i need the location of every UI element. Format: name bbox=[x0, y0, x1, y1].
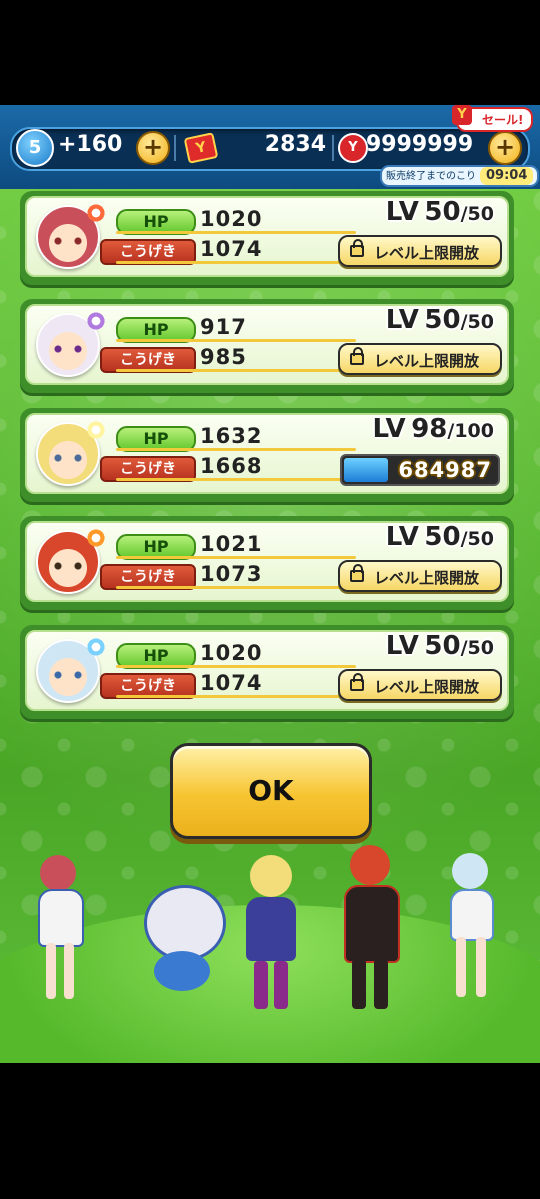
character-avatar-icon bbox=[36, 637, 106, 703]
character-card[interactable]: HP 1632 こうげき 1668 LV 98/100 684987 bbox=[20, 408, 514, 502]
sale-timer: 販売終了までのこり 09:04 bbox=[380, 165, 540, 187]
exp-bar: 684987 bbox=[340, 454, 500, 486]
lv-label: LV bbox=[372, 414, 406, 444]
lv-label: LV bbox=[385, 631, 419, 661]
max-level: /50 bbox=[460, 528, 494, 550]
level-cap-unlock-button[interactable]: レベル上限開放 bbox=[338, 343, 502, 375]
attack-value: 985 bbox=[200, 345, 247, 369]
attack-value: 1668 bbox=[200, 454, 263, 478]
lock-icon bbox=[350, 564, 364, 582]
character-figure-5 bbox=[432, 843, 512, 1005]
attack-row: こうげき 1668 bbox=[100, 454, 356, 482]
level-display: LV 98/100 bbox=[373, 414, 494, 444]
max-level: /50 bbox=[460, 637, 494, 659]
lv-label: LV bbox=[385, 305, 419, 335]
hp-row: HP 1020 bbox=[100, 641, 356, 669]
character-card[interactable]: HP 917 こうげき 985 LV 50/50 レベル上限開放 bbox=[20, 299, 514, 393]
character-card[interactable]: HP 1021 こうげき 1073 LV 50/50 レベル上限開放 bbox=[20, 516, 514, 610]
game-screen: 5 +160 + Y 2834 Y 9999999 + セール! Y 販売終了ま… bbox=[0, 105, 540, 1063]
divider bbox=[174, 135, 176, 161]
unlock-label: レベル上限開放 bbox=[374, 569, 480, 587]
ycoin-amount: 2834 bbox=[264, 132, 326, 157]
ymoney-amount: 9999999 bbox=[366, 132, 474, 157]
hp-value: 1021 bbox=[200, 532, 263, 556]
hp-value: 917 bbox=[200, 315, 247, 339]
level-display: LV 50/50 bbox=[386, 631, 494, 661]
max-level: /50 bbox=[460, 203, 494, 225]
unlock-label: レベル上限開放 bbox=[374, 352, 480, 370]
lv-label: LV bbox=[385, 522, 419, 552]
ok-button[interactable]: OK bbox=[170, 743, 372, 839]
attack-row: こうげき 1073 bbox=[100, 562, 356, 590]
character-figure-2 bbox=[118, 885, 248, 1005]
max-level: /50 bbox=[460, 311, 494, 333]
level-value: 50 bbox=[424, 631, 461, 661]
character-avatar-icon bbox=[36, 528, 106, 594]
hp-row: HP 1021 bbox=[100, 532, 356, 560]
hp-row: HP 917 bbox=[100, 315, 356, 343]
attack-row: こうげき 985 bbox=[100, 345, 356, 373]
level-display: LV 50/50 bbox=[386, 197, 494, 227]
lock-icon bbox=[350, 239, 364, 257]
level-value: 50 bbox=[424, 197, 461, 227]
hp-value: 1632 bbox=[200, 424, 263, 448]
character-avatar-icon bbox=[36, 203, 106, 269]
hp-row: HP 1020 bbox=[100, 207, 356, 235]
stamina-icon: 5 bbox=[16, 129, 54, 167]
max-level: /100 bbox=[447, 420, 494, 442]
character-card[interactable]: HP 1020 こうげき 1074 LV 50/50 レベル上限開放 bbox=[20, 625, 514, 719]
attack-row: こうげき 1074 bbox=[100, 237, 356, 265]
level-value: 98 bbox=[411, 414, 448, 444]
level-cap-unlock-button[interactable]: レベル上限開放 bbox=[338, 560, 502, 592]
level-value: 50 bbox=[424, 522, 461, 552]
level-cap-unlock-button[interactable]: レベル上限開放 bbox=[338, 235, 502, 267]
level-cap-unlock-button[interactable]: レベル上限開放 bbox=[338, 669, 502, 701]
sale-y-icon: Y bbox=[452, 105, 472, 125]
character-avatar-icon bbox=[36, 420, 106, 486]
hp-value: 1020 bbox=[200, 207, 263, 231]
character-avatar-icon bbox=[36, 311, 106, 377]
lock-icon bbox=[350, 347, 364, 365]
lv-label: LV bbox=[385, 197, 419, 227]
character-figure-3 bbox=[236, 855, 306, 1015]
character-card[interactable]: HP 1020 こうげき 1074 LV 50/50 レベル上限開放 bbox=[20, 191, 514, 285]
add-money-button[interactable]: + bbox=[488, 131, 522, 165]
attack-row: こうげき 1074 bbox=[100, 671, 356, 699]
lock-icon bbox=[350, 673, 364, 691]
level-display: LV 50/50 bbox=[386, 305, 494, 335]
divider bbox=[332, 135, 334, 161]
level-value: 50 bbox=[424, 305, 461, 335]
unlock-label: レベル上限開放 bbox=[374, 678, 480, 696]
character-figure-4 bbox=[330, 845, 410, 1015]
ymoney-icon: Y bbox=[338, 133, 368, 163]
timer-value: 09:04 bbox=[480, 167, 534, 185]
attack-value: 1074 bbox=[200, 237, 263, 261]
stamina-count: +160 bbox=[58, 132, 123, 157]
hp-row: HP 1632 bbox=[100, 424, 356, 452]
hp-value: 1020 bbox=[200, 641, 263, 665]
attack-value: 1074 bbox=[200, 671, 263, 695]
exp-value: 684987 bbox=[398, 458, 492, 482]
timer-label: 販売終了までのこり bbox=[386, 171, 476, 182]
unlock-label: レベル上限開放 bbox=[374, 244, 480, 262]
top-bar: 5 +160 + Y 2834 Y 9999999 + セール! Y 販売終了ま… bbox=[0, 105, 540, 189]
add-stamina-button[interactable]: + bbox=[136, 131, 170, 165]
attack-value: 1073 bbox=[200, 562, 263, 586]
level-display: LV 50/50 bbox=[386, 522, 494, 552]
exp-fill bbox=[344, 458, 388, 482]
character-figure-1 bbox=[20, 855, 100, 1005]
